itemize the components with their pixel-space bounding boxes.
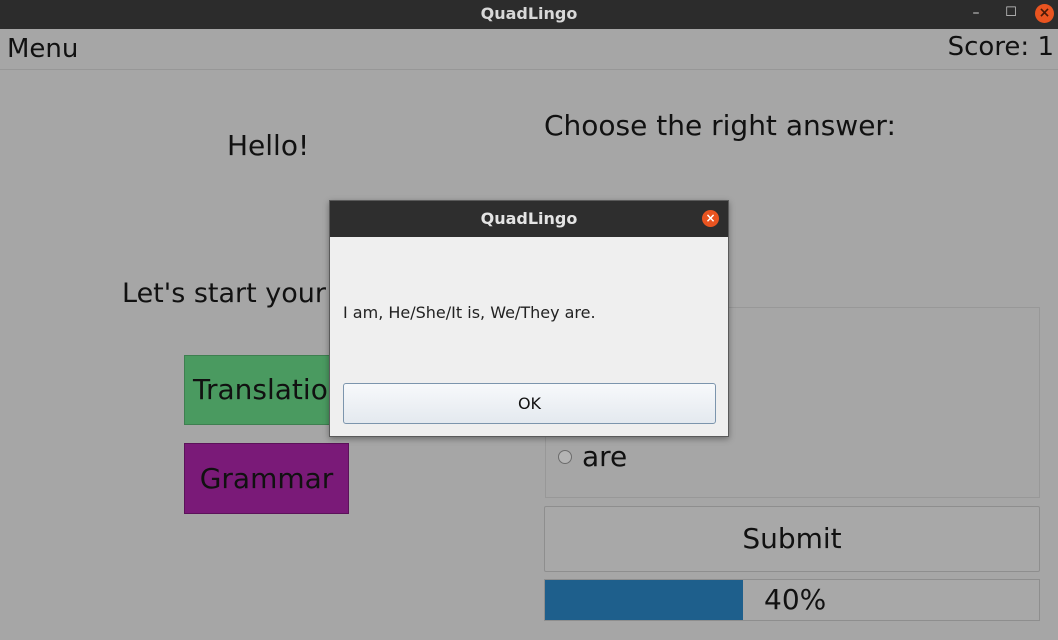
answer-option[interactable]: are — [558, 440, 627, 473]
start-text: Let's start your l — [122, 278, 343, 309]
dialog-close-icon[interactable]: × — [702, 210, 719, 227]
submit-button[interactable]: Submit — [544, 506, 1040, 572]
progress-bar: 40% — [544, 579, 1040, 621]
score-label: Score: 1 — [947, 32, 1054, 62]
translation-button[interactable]: Translation — [184, 355, 348, 425]
close-icon[interactable]: × — [1035, 4, 1054, 23]
greeting-text: Hello! — [227, 129, 310, 162]
dialog-titlebar: QuadLingo × — [330, 201, 728, 237]
progress-fill — [545, 580, 743, 620]
progress-text: 40% — [764, 583, 827, 616]
minimize-icon[interactable]: – — [968, 0, 984, 29]
answer-option-label: are — [582, 440, 628, 473]
grammar-button[interactable]: Grammar — [184, 443, 349, 514]
ok-button[interactable]: OK — [343, 383, 716, 424]
radio-button[interactable] — [558, 449, 572, 464]
dialog-message: I am, He/She/It is, We/They are. — [343, 303, 596, 322]
menubar: Menu Score: 1 — [0, 29, 1058, 70]
window-title: QuadLingo — [480, 4, 578, 23]
menu-button[interactable]: Menu — [7, 34, 78, 64]
dialog-title: QuadLingo — [480, 209, 578, 228]
question-prompt: Choose the right answer: — [544, 109, 896, 142]
maximize-icon[interactable]: ☐ — [1003, 0, 1019, 29]
window-titlebar: QuadLingo – ☐ × — [0, 0, 1058, 29]
message-dialog: QuadLingo × I am, He/She/It is, We/They … — [329, 200, 729, 437]
